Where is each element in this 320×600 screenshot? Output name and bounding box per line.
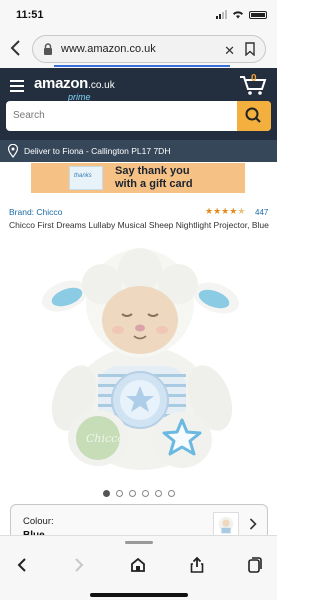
back-icon[interactable] bbox=[13, 556, 31, 574]
menu-icon[interactable] bbox=[10, 80, 24, 92]
browser-back-icon[interactable] bbox=[8, 39, 24, 57]
carousel-dot[interactable] bbox=[168, 490, 175, 497]
brand-link[interactable]: Brand: Chicco bbox=[9, 207, 62, 217]
page-load-progress bbox=[54, 65, 230, 67]
delivery-text: Deliver to Fiona - Callington PL17 7DH bbox=[24, 146, 171, 156]
search-button[interactable] bbox=[237, 101, 271, 131]
carousel-dot[interactable] bbox=[103, 490, 110, 497]
signal-icon bbox=[216, 10, 227, 19]
chevron-right-icon bbox=[249, 518, 257, 530]
half-star-icon: ★ bbox=[237, 206, 246, 216]
address-bar[interactable]: www.amazon.co.uk ✕ bbox=[32, 35, 266, 63]
battery-icon bbox=[249, 10, 267, 19]
lock-icon bbox=[44, 43, 52, 55]
status-time: 11:51 bbox=[16, 9, 44, 21]
cart-button[interactable]: 0 bbox=[239, 73, 267, 96]
browser-toolbar bbox=[0, 535, 277, 600]
toolbar-grab-handle[interactable] bbox=[125, 541, 153, 544]
clear-url-icon[interactable]: ✕ bbox=[224, 43, 235, 59]
logo-tld: .co.uk bbox=[88, 80, 115, 91]
status-icons bbox=[216, 10, 267, 19]
gift-card-text: thanks bbox=[74, 173, 92, 179]
search-placeholder: Search bbox=[13, 110, 45, 121]
star-icon: ★ bbox=[221, 206, 230, 216]
forward-icon[interactable] bbox=[70, 556, 88, 574]
gift-card-banner[interactable]: thanks Say thank you with a gift card bbox=[31, 163, 245, 193]
rating-stars[interactable]: ★ ★ ★ ★ ★ bbox=[205, 206, 245, 216]
star-icon: ★ bbox=[213, 206, 222, 216]
product-image[interactable]: Chicco bbox=[30, 248, 250, 473]
share-icon[interactable] bbox=[188, 556, 206, 574]
amazon-logo[interactable]: amazon.co.uk prime bbox=[34, 75, 115, 102]
carousel-dot[interactable] bbox=[129, 490, 136, 497]
search-input[interactable]: Search bbox=[6, 101, 271, 131]
star-icon: ★ bbox=[205, 206, 214, 216]
search-icon bbox=[245, 107, 261, 123]
colour-label: Colour: bbox=[23, 516, 54, 527]
bookmark-icon[interactable] bbox=[245, 42, 255, 56]
product-title: Chicco First Dreams Lullaby Musical Shee… bbox=[9, 220, 269, 230]
wifi-icon bbox=[233, 11, 243, 19]
cart-count: 0 bbox=[251, 73, 257, 84]
image-carousel-dots bbox=[103, 490, 175, 497]
location-pin-icon bbox=[8, 144, 18, 158]
carousel-dot[interactable] bbox=[142, 490, 149, 497]
logo-word: amazon bbox=[34, 75, 89, 92]
home-icon[interactable] bbox=[129, 556, 147, 574]
star-icon: ★ bbox=[229, 206, 238, 216]
rating-count[interactable]: 447 bbox=[255, 208, 268, 217]
amazon-header: amazon.co.uk prime 0 Search bbox=[0, 68, 277, 140]
tabs-icon[interactable] bbox=[246, 556, 264, 574]
status-bar: 11:51 bbox=[0, 0, 277, 30]
home-indicator[interactable] bbox=[90, 593, 188, 597]
banner-line-2: with a gift card bbox=[115, 178, 193, 190]
browser-bar: www.amazon.co.uk ✕ bbox=[0, 30, 277, 68]
delivery-location[interactable]: Deliver to Fiona - Callington PL17 7DH bbox=[0, 140, 277, 162]
banner-line-1: Say thank you bbox=[115, 165, 190, 177]
carousel-dot[interactable] bbox=[116, 490, 123, 497]
url-text: www.amazon.co.uk bbox=[61, 43, 156, 55]
gift-card-image: thanks bbox=[69, 166, 103, 190]
chicco-badge-text: Chicco bbox=[86, 432, 124, 445]
carousel-dot[interactable] bbox=[155, 490, 162, 497]
